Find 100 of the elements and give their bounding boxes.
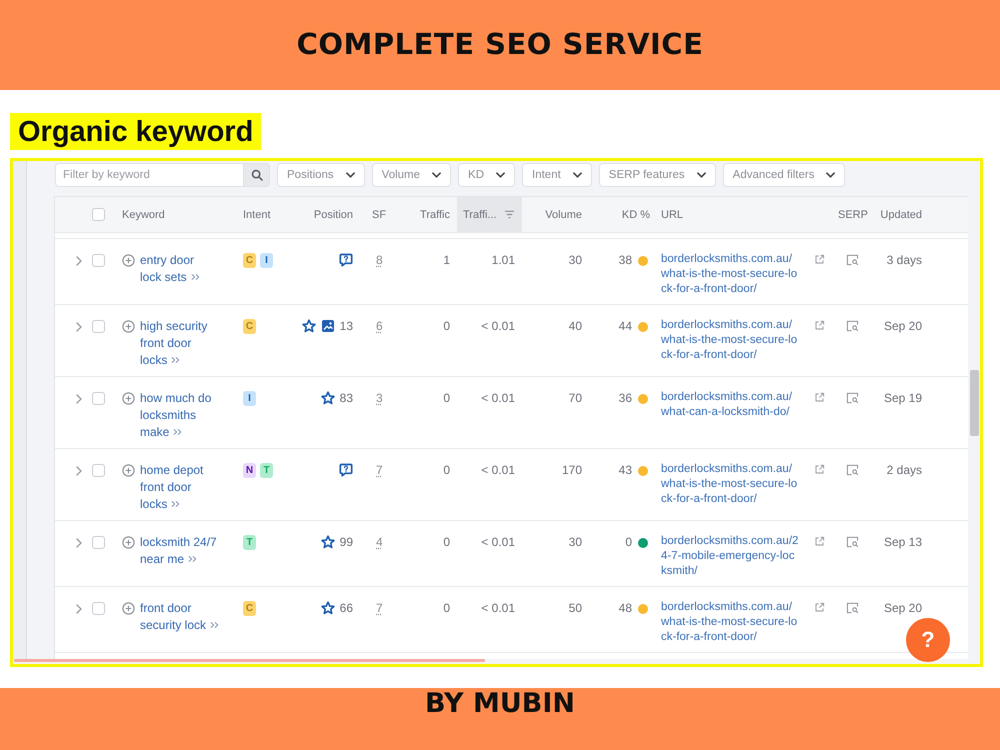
plus-circle-icon[interactable] [122, 464, 135, 477]
intent-badge: I [260, 253, 273, 268]
chevron-right-icon[interactable] [76, 538, 82, 548]
row-checkbox[interactable] [92, 392, 105, 405]
url-link[interactable]: borderlocksmiths.com.au/what-is-the-most-secure-lock-for-a-front-door/ [661, 462, 799, 507]
row-checkbox[interactable] [92, 464, 105, 477]
page-magnifier-icon[interactable] [846, 536, 859, 548]
volume-value: 70 [568, 390, 582, 407]
row-checkbox[interactable] [92, 254, 105, 267]
serp-features-count[interactable]: 8 [376, 252, 383, 269]
page-magnifier-icon[interactable] [846, 320, 859, 332]
plus-circle-icon[interactable] [122, 254, 135, 267]
serp-features-count[interactable]: 7 [376, 462, 383, 479]
author-credit: BY MUBIN [424, 688, 576, 719]
chevron-right-icon[interactable] [76, 256, 82, 266]
column-header[interactable]: Volume [545, 208, 582, 220]
page-magnifier-icon[interactable] [846, 254, 859, 266]
column-header[interactable]: Updated [880, 208, 922, 220]
external-link-icon[interactable] [814, 320, 825, 331]
column-header[interactable]: SERP [838, 208, 868, 220]
chevron-right-icon[interactable] [76, 394, 82, 404]
traffic-value: 0 [443, 462, 450, 479]
plus-circle-icon[interactable] [122, 320, 135, 333]
sort-icon [504, 210, 515, 219]
keyword-link[interactable]: entry door lock sets [140, 252, 218, 286]
page-magnifier-icon[interactable] [846, 602, 859, 614]
serp-features-count[interactable]: 6 [376, 318, 383, 335]
column-header[interactable]: Traffi... [457, 197, 522, 232]
volume-value: 170 [562, 462, 582, 479]
traffic-share-value: < 0.01 [481, 534, 515, 551]
row-checkbox[interactable] [92, 602, 105, 615]
intent-badge: C [243, 253, 256, 268]
horizontal-scrollbar-thumb[interactable] [14, 659, 485, 662]
chevron-down-icon [432, 172, 442, 178]
column-header[interactable]: KD % [622, 208, 650, 220]
column-header[interactable]: Intent [243, 208, 271, 220]
chevron-right-icon[interactable] [76, 322, 82, 332]
chevron-right-icon[interactable] [76, 604, 82, 614]
url-link[interactable]: borderlocksmiths.com.au/24-7-mobile-emergency-locksmith/ [661, 534, 799, 579]
double-chevron-icon[interactable] [173, 428, 182, 436]
scrollbar-thumb[interactable] [970, 370, 978, 436]
traffic-share-value: < 0.01 [481, 600, 515, 617]
column-header[interactable]: Traffic [420, 208, 450, 220]
keyword-link[interactable]: front door security lock [140, 600, 218, 634]
intent-badge: C [243, 319, 256, 334]
traffic-value: 0 [443, 600, 450, 617]
filter-dropdown[interactable]: Intent [522, 163, 592, 187]
serp-features-count[interactable]: 4 [376, 534, 383, 551]
column-header[interactable]: SF [372, 208, 386, 220]
updated-date: Sep 20 [884, 600, 922, 617]
external-link-icon[interactable] [814, 536, 825, 547]
external-link-icon[interactable] [814, 602, 825, 613]
keyword-link[interactable]: high security front door locks [140, 318, 218, 369]
filter-dropdown[interactable]: SERP features [598, 163, 716, 187]
external-link-icon[interactable] [814, 392, 825, 403]
chevron-right-icon[interactable] [76, 466, 82, 476]
row-checkbox[interactable] [92, 536, 105, 549]
double-chevron-icon[interactable] [188, 555, 198, 563]
filter-dropdown[interactable]: KD [458, 163, 516, 187]
serp-features-count[interactable]: 7 [376, 600, 383, 617]
row-checkbox[interactable] [92, 320, 105, 333]
question-bubble-icon [339, 463, 353, 477]
page-magnifier-icon[interactable] [846, 392, 859, 404]
url-link[interactable]: borderlocksmiths.com.au/what-can-a-locksmith-do/ [661, 390, 799, 420]
chevron-down-icon [572, 172, 582, 178]
image-icon [320, 319, 335, 333]
double-chevron-icon[interactable] [190, 273, 200, 281]
position-value: 83 [340, 390, 353, 407]
filter-dropdown[interactable]: Volume [372, 163, 452, 187]
keyword-link[interactable]: locksmith 24/7 near me [140, 534, 218, 568]
updated-date: Sep 13 [884, 534, 922, 551]
filter-dropdown[interactable]: Positions [277, 163, 365, 187]
column-header[interactable]: Keyword [122, 208, 165, 220]
url-link[interactable]: borderlocksmiths.com.au/what-is-the-most-secure-lock-for-a-front-door/ [661, 252, 799, 297]
url-link[interactable]: borderlocksmiths.com.au/what-is-the-most-secure-lock-for-a-front-door/ [661, 600, 799, 645]
page-magnifier-icon[interactable] [846, 464, 859, 476]
external-link-icon[interactable] [814, 464, 825, 475]
filter-dropdown[interactable]: Advanced filters [722, 163, 846, 187]
updated-date: 3 days [886, 252, 922, 269]
external-link-icon[interactable] [814, 254, 825, 265]
search-button[interactable] [243, 163, 270, 187]
keyword-difficulty-value: 43 [618, 462, 632, 479]
updated-date: 2 days [886, 462, 922, 479]
plus-circle-icon[interactable] [122, 392, 135, 405]
plus-circle-icon[interactable] [122, 536, 135, 549]
keyword-link[interactable]: home depot front door locks [140, 462, 218, 513]
select-all-checkbox[interactable] [92, 208, 105, 221]
keyword-difficulty-value: 0 [625, 534, 632, 551]
double-chevron-icon[interactable] [171, 500, 180, 508]
star-icon [302, 319, 316, 333]
double-chevron-icon[interactable] [171, 356, 180, 364]
column-header[interactable]: URL [661, 208, 684, 220]
url-link[interactable]: borderlocksmiths.com.au/what-is-the-most-secure-lock-for-a-front-door/ [661, 318, 799, 363]
keyword-link[interactable]: how much do locksmiths make [140, 390, 218, 441]
keyword-filter-field[interactable]: Filter by keyword [55, 163, 243, 187]
volume-value: 30 [568, 252, 582, 269]
double-chevron-icon[interactable] [210, 621, 220, 629]
plus-circle-icon[interactable] [122, 602, 135, 615]
column-header[interactable]: Position [314, 208, 353, 220]
serp-features-count[interactable]: 3 [376, 390, 383, 407]
